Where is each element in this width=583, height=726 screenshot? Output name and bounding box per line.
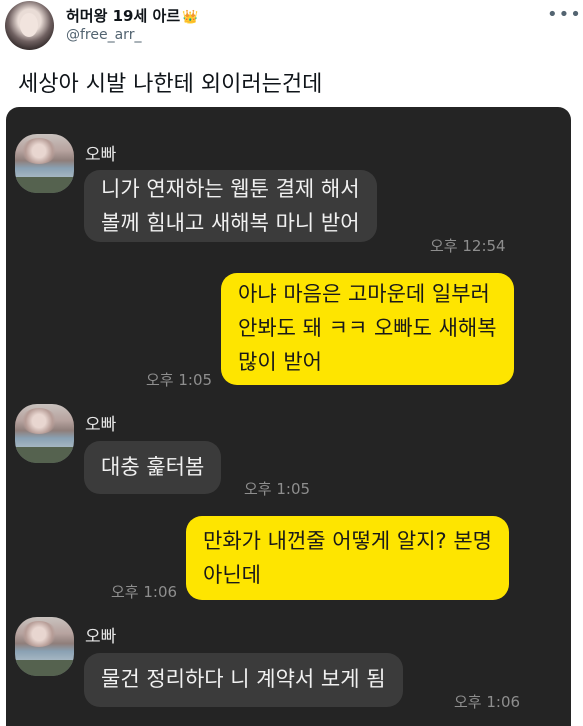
message-bubble-received: 물건 정리하다 니 계약서 보게 됨 xyxy=(84,653,403,707)
sender-name: 오빠 xyxy=(85,627,117,647)
message-line: 니가 연재하는 웹툰 결제 해서 xyxy=(101,177,360,201)
sender-avatar xyxy=(15,134,74,193)
author-avatar[interactable] xyxy=(5,1,54,50)
message-bubble-received: 대충 훑터봄 xyxy=(84,441,222,494)
message-time: 오후 1:05 xyxy=(146,371,213,389)
message-time: 오후 12:54 xyxy=(430,237,506,255)
message-line: 대충 훑터봄 xyxy=(101,455,205,479)
message-bubble-sent: 만화가 내껀줄 어떻게 알지? 본명 아닌데 xyxy=(186,516,510,600)
sender-name: 오빠 xyxy=(85,415,117,435)
message-bubble-received: 니가 연재하는 웹툰 결제 해서 볼께 힘내고 새해복 마니 받어 xyxy=(84,170,377,242)
message-line: 만화가 내껀줄 어떻게 알지? 본명 xyxy=(203,529,493,553)
display-name-text: 허머왕 19세 아르 xyxy=(66,7,181,25)
message-line: 많이 받어 xyxy=(238,350,322,374)
tweet-text: 세상아 시발 나한테 외이러는건데 xyxy=(18,72,323,97)
author-display-name[interactable]: 허머왕 19세 아르 👑 xyxy=(66,5,198,26)
crown-icon: 👑 xyxy=(182,10,199,25)
message-line: 물건 정리하다 니 계약서 보게 됨 xyxy=(101,667,386,691)
tweet-media-image[interactable]: 오빠 니가 연재하는 웹툰 결제 해서 볼께 힘내고 새해복 마니 받어 오후 … xyxy=(6,107,571,726)
message-time: 오후 1:05 xyxy=(244,480,311,498)
more-dots-icon[interactable]: ••• xyxy=(547,4,582,25)
message-line: 볼께 힘내고 새해복 마니 받어 xyxy=(101,211,360,235)
message-time: 오후 1:06 xyxy=(111,583,178,601)
message-time: 오후 1:06 xyxy=(454,693,521,711)
sender-avatar xyxy=(15,617,74,676)
author-handle[interactable]: @free_arr_ xyxy=(66,27,141,43)
message-line: 아닌데 xyxy=(203,563,261,587)
message-line: 아냐 마음은 고마운데 일부러 xyxy=(238,282,490,306)
sender-name: 오빠 xyxy=(85,145,117,165)
message-bubble-sent: 아냐 마음은 고마운데 일부러 안봐도 돼 ㅋㅋ 오빠도 새해복 많이 받어 xyxy=(221,273,514,385)
sender-avatar xyxy=(15,404,74,463)
message-line: 안봐도 돼 ㅋㅋ 오빠도 새해복 xyxy=(238,316,497,340)
